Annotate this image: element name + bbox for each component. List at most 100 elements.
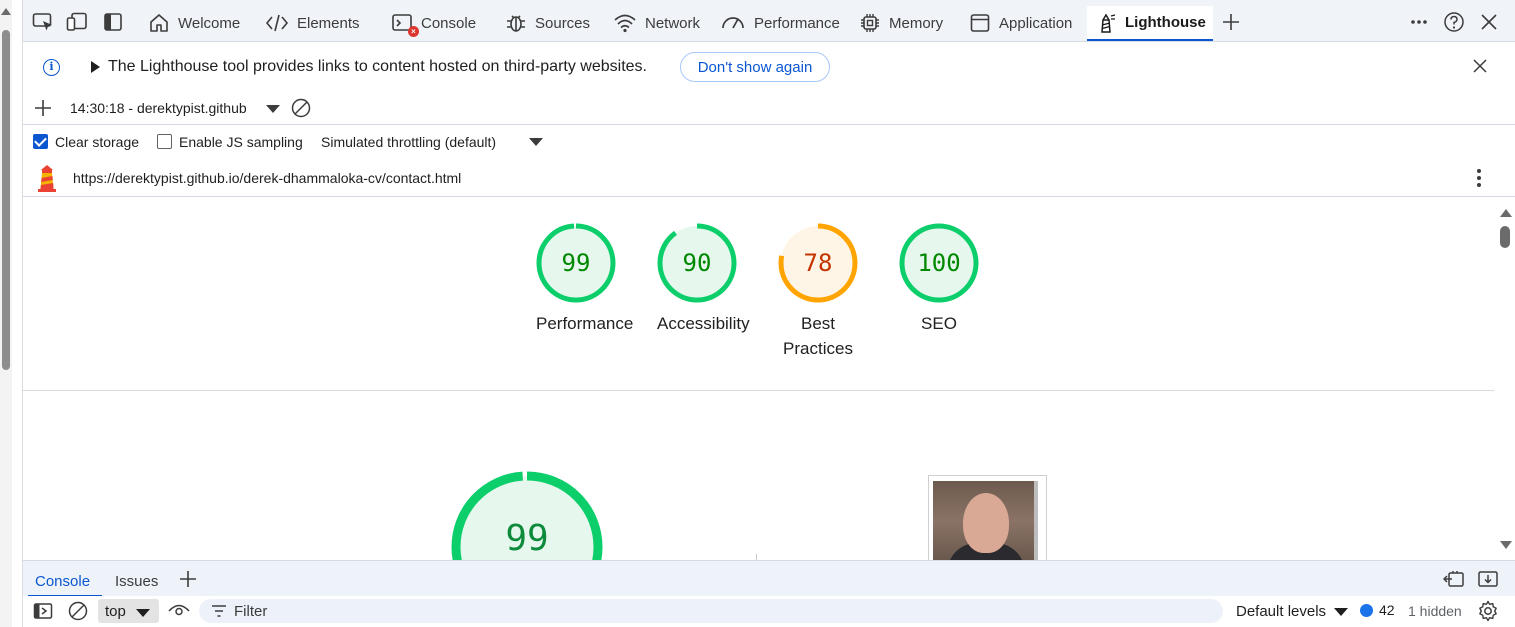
- dont-show-again-button[interactable]: Don't show again: [680, 52, 830, 82]
- score-value: 99: [561, 249, 591, 277]
- audited-url: https://derektypist.github.io/derek-dham…: [73, 170, 462, 186]
- page-scrollbar[interactable]: [0, 0, 12, 627]
- error-badge-icon: ×: [408, 26, 419, 37]
- console-filter[interactable]: Filter: [199, 599, 1223, 623]
- log-levels-select[interactable]: Default levels: [1236, 603, 1326, 620]
- window-icon: [970, 14, 990, 32]
- scroll-thumb[interactable]: [2, 30, 10, 370]
- score-value: 78: [803, 249, 833, 277]
- close-infobar-icon[interactable]: [1471, 57, 1489, 75]
- devtools-panel: Welcome Elements × Console Sources Netwo…: [22, 0, 1515, 627]
- console-sidebar-icon[interactable]: [33, 601, 53, 621]
- live-expression-eye-icon[interactable]: [168, 601, 190, 621]
- report-selector[interactable]: 14:30:18 - derektypist.github: [70, 100, 247, 116]
- score-label: Performance: [536, 314, 634, 333]
- tab-label: Memory: [889, 14, 944, 32]
- scroll-up-icon[interactable]: [1500, 209, 1512, 217]
- tab-label: Sources: [535, 14, 591, 32]
- wifi-icon: [614, 14, 636, 33]
- close-drawer-icon[interactable]: [1477, 569, 1499, 589]
- clear-reports-icon[interactable]: [291, 98, 311, 118]
- report-dropdown-icon[interactable]: [266, 105, 280, 113]
- scroll-up-icon[interactable]: [1, 8, 11, 15]
- gauge-icon: [722, 17, 744, 29]
- message-count-badge[interactable]: 42: [1360, 602, 1395, 618]
- sidebar-toggle-icon[interactable]: [102, 11, 124, 33]
- tab-label: Welcome: [178, 14, 241, 32]
- message-bubble-icon: [1360, 603, 1373, 617]
- tab-sources[interactable]: Sources: [497, 6, 598, 40]
- score-gauge-performance[interactable]: 99 Performance: [536, 223, 634, 336]
- lighthouse-logo-icon: [36, 163, 58, 193]
- console-settings-gear-icon[interactable]: [1477, 600, 1499, 622]
- info-icon: i: [43, 59, 60, 76]
- scroll-down-icon[interactable]: [1500, 541, 1512, 549]
- third-party-info-bar: i The Lighthouse tool provides links to …: [23, 42, 1515, 92]
- inspect-element-icon[interactable]: [32, 11, 54, 33]
- drawer-tab-console[interactable]: Console: [35, 573, 90, 590]
- drawer-add-tab-plus-icon[interactable]: [178, 569, 198, 589]
- context-selector[interactable]: top: [98, 599, 159, 623]
- code-icon: [265, 14, 289, 32]
- score-gauge-best-practices[interactable]: 78 Best Practices: [778, 223, 858, 361]
- log-levels-dropdown-icon[interactable]: [1334, 608, 1348, 616]
- tab-label: Console: [421, 14, 477, 32]
- score-label: Best Practices: [783, 314, 853, 358]
- performance-big-score: 99: [505, 518, 549, 559]
- tab-memory[interactable]: Memory: [851, 6, 951, 40]
- message-count: 42: [1379, 602, 1395, 618]
- score-gauge-accessibility[interactable]: 90 Accessibility: [657, 223, 750, 336]
- report-toolbar: 14:30:18 - derektypist.github: [23, 92, 1515, 125]
- throttling-dropdown-icon[interactable]: [529, 138, 543, 146]
- tab-console[interactable]: × Console: [383, 6, 484, 40]
- score-label: SEO: [921, 314, 957, 333]
- devtools-tab-bar: Welcome Elements × Console Sources Netwo…: [23, 0, 1515, 42]
- drawer-tab-bar: Console Issues: [23, 560, 1515, 597]
- clear-storage-checkbox[interactable]: [33, 134, 48, 149]
- tab-label: Application: [999, 14, 1073, 32]
- hidden-count: 1 hidden: [1408, 603, 1462, 619]
- js-sampling-label[interactable]: Enable JS sampling: [179, 134, 303, 150]
- console-toolbar: top Filter Default levels 42 1 hidden: [23, 596, 1515, 627]
- score-label: Accessibility: [657, 314, 750, 333]
- context-value: top: [105, 603, 126, 620]
- filter-placeholder: Filter: [234, 603, 268, 620]
- tab-network[interactable]: Network: [605, 6, 708, 40]
- throttling-select[interactable]: Simulated throttling (default): [321, 134, 496, 150]
- tab-lighthouse[interactable]: Lighthouse: [1087, 6, 1213, 41]
- bug-icon: [507, 15, 525, 32]
- help-icon[interactable]: [1443, 11, 1465, 33]
- profile-photo: [933, 481, 1038, 560]
- chip-icon: [861, 14, 879, 32]
- tab-application[interactable]: Application: [961, 6, 1080, 40]
- context-dropdown-icon: [136, 609, 150, 617]
- new-report-plus-icon[interactable]: [33, 98, 53, 118]
- tab-label: Performance: [754, 14, 840, 32]
- dock-drawer-icon[interactable]: [1442, 569, 1465, 589]
- score-value: 90: [682, 249, 712, 277]
- clear-console-icon[interactable]: [68, 601, 88, 621]
- report-scroll-thumb[interactable]: [1500, 226, 1510, 248]
- more-options-icon[interactable]: [1408, 11, 1430, 33]
- lighthouse-icon: [1101, 13, 1116, 33]
- home-icon: [150, 14, 168, 32]
- tab-performance[interactable]: Performance: [712, 6, 848, 40]
- report-menu-icon[interactable]: [1475, 167, 1483, 189]
- final-screenshot[interactable]: [928, 475, 1047, 560]
- close-devtools-icon[interactable]: [1478, 11, 1500, 33]
- tab-elements[interactable]: Elements: [257, 6, 368, 40]
- tab-label: Elements: [297, 14, 360, 32]
- clear-storage-label[interactable]: Clear storage: [55, 134, 139, 150]
- more-tabs-plus-icon[interactable]: [1220, 11, 1242, 33]
- filter-icon: [211, 604, 227, 618]
- lighthouse-settings: Clear storage Enable JS sampling Simulat…: [23, 126, 1515, 160]
- score-gauge-seo[interactable]: 100 SEO: [899, 223, 979, 336]
- report-divider: [23, 390, 1494, 391]
- tab-welcome[interactable]: Welcome: [140, 6, 248, 40]
- expand-details-icon[interactable]: [91, 61, 100, 73]
- info-message: The Lighthouse tool provides links to co…: [108, 58, 647, 75]
- drawer-tab-issues[interactable]: Issues: [115, 573, 158, 590]
- js-sampling-checkbox[interactable]: [157, 134, 172, 149]
- device-toolbar-icon[interactable]: [66, 11, 88, 33]
- report-scrollbar[interactable]: [1494, 198, 1515, 560]
